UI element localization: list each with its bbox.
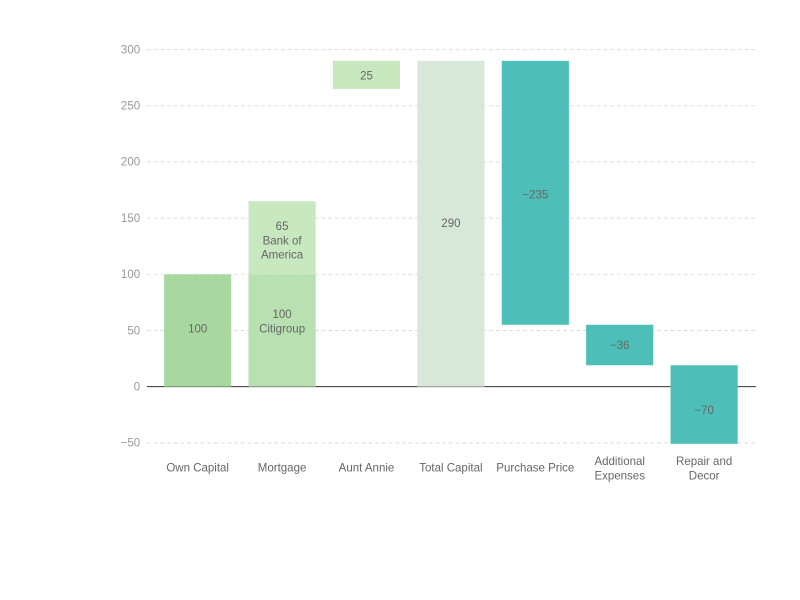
xlabel-additional-2: Expenses	[594, 470, 645, 482]
y-label-minus50: −50	[121, 438, 141, 450]
xlabel-additional-1: Additional	[594, 456, 645, 468]
xlabel-purchase-price: Purchase Price	[496, 463, 574, 475]
xlabel-repair-1: Repair and	[676, 456, 732, 468]
xlabel-total-capital: Total Capital	[419, 463, 482, 475]
label-mortgage-boa3: America	[261, 250, 304, 262]
y-label-300: 300	[121, 44, 140, 56]
label-purchase-price: −235	[522, 189, 548, 201]
xlabel-repair-2: Decor	[689, 470, 720, 482]
label-mortgage-citigroup2: Citigroup	[259, 324, 305, 336]
y-label-0: 0	[134, 381, 140, 393]
xlabel-own-capital: Own Capital	[166, 463, 229, 475]
xlabel-mortgage: Mortgage	[258, 463, 307, 475]
label-total-capital: 290	[441, 218, 460, 230]
y-label-250: 250	[121, 101, 140, 113]
y-label-150: 150	[121, 213, 140, 225]
label-additional-expenses: −36	[610, 340, 630, 352]
chart-container: 300 250 200 150 100 50 0 −50 100	[10, 10, 790, 590]
y-label-50: 50	[127, 325, 140, 337]
xlabel-aunt-annie: Aunt Annie	[339, 463, 395, 475]
label-mortgage-boa1: 65	[276, 221, 289, 233]
label-aunt-annie: 25	[360, 70, 373, 82]
chart-svg: 300 250 200 150 100 50 0 −50 100	[80, 40, 770, 510]
label-own-capital-100: 100	[188, 324, 207, 336]
y-label-200: 200	[121, 157, 140, 169]
label-repair-decor: −70	[694, 405, 714, 417]
label-mortgage-boa2: Bank of	[263, 235, 303, 247]
label-mortgage-citigroup: 100	[272, 309, 291, 321]
y-label-100: 100	[121, 269, 140, 281]
